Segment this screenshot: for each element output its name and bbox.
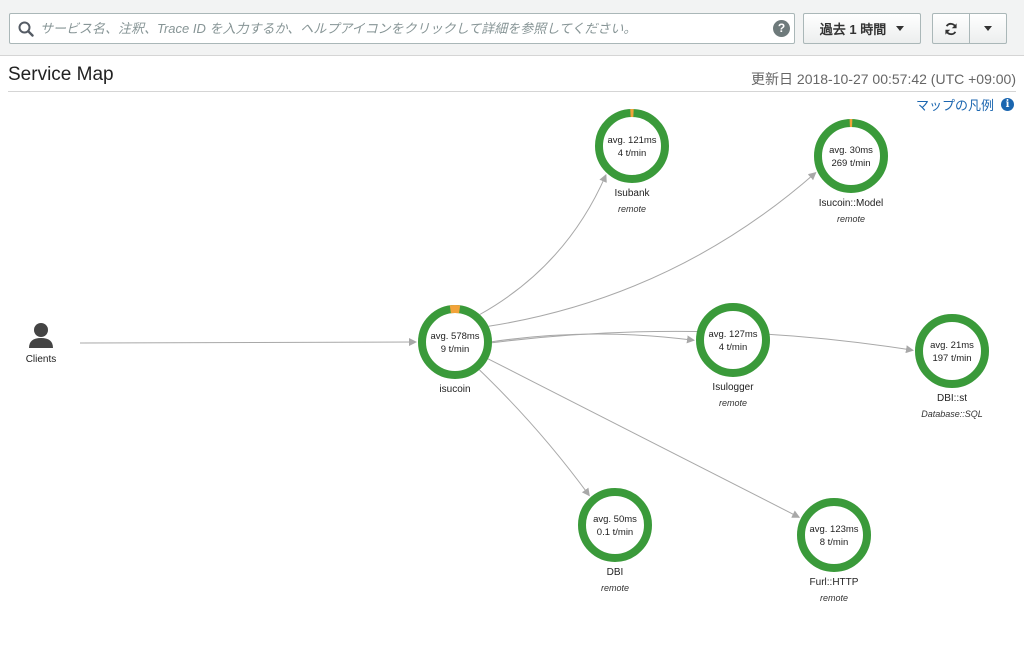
node-name: isucoin — [439, 384, 470, 395]
trace-rate: 269 t/min — [831, 158, 870, 169]
health-ring — [797, 498, 871, 572]
service-node-dbi[interactable]: avg. 50ms 0.1 t/min DBI remote — [578, 488, 652, 593]
service-node-furl-http[interactable]: avg. 123ms8 t/minFurl::HTTPremote — [797, 498, 871, 603]
avg-latency: avg. 123ms — [809, 524, 858, 535]
edge-isucoin-to-isucoin-model[interactable] — [488, 171, 817, 327]
avg-latency: avg. 21ms — [930, 340, 974, 351]
health-ring — [696, 303, 770, 377]
trace-rate: 4 t/min — [618, 148, 647, 159]
user-icon — [29, 323, 53, 348]
health-ring — [915, 314, 989, 388]
service-node-isucoin[interactable]: avg. 578ms 9 t/min isucoin — [418, 305, 493, 395]
trace-rate: 0.1 t/min — [597, 527, 633, 538]
node-name: Isubank — [614, 188, 650, 199]
service-node-isubank[interactable]: avg. 121ms 4 t/min Isubank remote — [595, 109, 669, 214]
service-node-isulogger[interactable]: avg. 127ms 4 t/min Isulogger remote — [696, 303, 770, 408]
node-name: Isulogger — [712, 382, 754, 393]
node-type: remote — [820, 593, 848, 603]
node-type: Database::SQL — [921, 409, 983, 419]
trace-rate: 9 t/min — [441, 344, 470, 355]
node-name: Clients — [26, 354, 57, 365]
health-ring — [578, 488, 652, 562]
node-name: Isucoin::Model — [819, 198, 883, 209]
clients-node[interactable]: Clients — [26, 323, 57, 365]
trace-rate: 8 t/min — [820, 537, 849, 548]
trace-rate: 197 t/min — [932, 353, 971, 364]
avg-latency: avg. 30ms — [829, 145, 873, 156]
avg-latency: avg. 127ms — [708, 329, 757, 340]
health-ring — [595, 109, 669, 183]
edge-isucoin-to-isubank[interactable] — [479, 173, 607, 315]
trace-rate: 4 t/min — [719, 342, 748, 353]
edge-clients-to-isucoin[interactable] — [79, 338, 417, 347]
node-type: remote — [719, 398, 747, 408]
health-ring — [418, 305, 492, 379]
node-type: remote — [837, 214, 865, 224]
edge-isucoin-to-isulogger[interactable] — [491, 333, 695, 344]
node-type: remote — [618, 204, 646, 214]
service-node-dbi-st[interactable]: avg. 21ms197 t/minDBI::stDatabase::SQL — [915, 314, 989, 419]
health-ring — [814, 119, 888, 193]
avg-latency: avg. 578ms — [430, 331, 479, 342]
node-name: Furl::HTTP — [810, 577, 859, 588]
avg-latency: avg. 121ms — [607, 135, 656, 146]
node-name: DBI — [607, 567, 624, 578]
avg-latency: avg. 50ms — [593, 514, 637, 525]
node-type: remote — [601, 583, 629, 593]
service-node-isucoin-model[interactable]: avg. 30ms269 t/minIsucoin::Modelremote — [814, 119, 888, 224]
service-map: avg. 578ms 9 t/min isucoin avg. 121ms 4 t/mi… — [26, 109, 989, 603]
node-name: DBI::st — [937, 393, 967, 404]
edge-isucoin-to-dbi[interactable] — [479, 369, 590, 497]
